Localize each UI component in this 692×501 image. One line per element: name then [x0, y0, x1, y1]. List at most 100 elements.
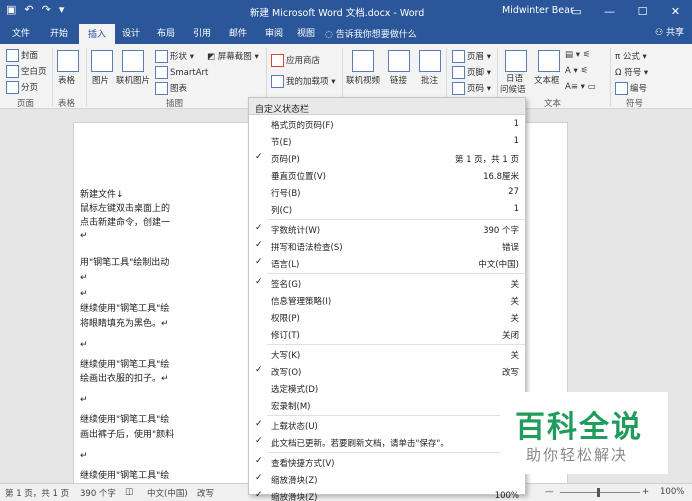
document-line: 绘画出衣服的扣子。↵ [80, 374, 169, 384]
ribbon-display-icon[interactable]: ▭ [560, 0, 593, 22]
chart-icon [155, 82, 168, 95]
share-button[interactable]: ⚇ 共享 [655, 25, 684, 38]
link-icon[interactable] [388, 50, 410, 72]
online-picture-button[interactable]: 联机图片 [116, 74, 150, 86]
menu-item[interactable]: ✓ 语言(L) 中文(中国) [249, 255, 525, 272]
page-number-button[interactable]: 页码 ▾ [452, 82, 491, 95]
menu-item[interactable]: ✓ 页码(P) 第 1 页，共 1 页 [249, 150, 525, 167]
comment-button[interactable]: 批注 [421, 74, 438, 86]
menu-item[interactable]: ✓ 缩放滑块(Z) 100% [249, 488, 525, 501]
menu-item[interactable]: ✓ 改写(O) 改写 [249, 363, 525, 380]
picture-icon[interactable] [91, 50, 113, 72]
screenshot-button[interactable]: ◩ 屏幕截图 ▾ [207, 50, 259, 62]
dropcap-icon[interactable]: A≡ ▾ ▭ [565, 82, 596, 92]
menu-item[interactable]: 行号(B) 27 [249, 184, 525, 201]
wordart-icon[interactable]: A ▾ ⚟ [565, 66, 588, 76]
menu-item[interactable]: 节(E) 1 [249, 133, 525, 150]
checkmark-icon: ✓ [255, 456, 263, 466]
menu-item[interactable]: ✓ 此文档已更新。若要刷新文档，请单击"保存"。 [249, 434, 525, 451]
tab-design[interactable]: 设计 [122, 26, 140, 39]
tab-references[interactable]: 引用 [193, 26, 211, 39]
tell-me-box[interactable]: ◌ 告诉我你想要做什么 [325, 27, 417, 40]
menu-item[interactable]: ✓ 字数统计(W) 390 个字 [249, 221, 525, 238]
online-picture-icon[interactable] [122, 50, 144, 72]
online-video-button[interactable]: 联机视频 [346, 74, 380, 86]
menu-item-value: 中文(中国) [478, 260, 519, 270]
equation-button[interactable]: π 公式 ▾ [615, 50, 647, 62]
tab-view[interactable]: 视图 [297, 26, 315, 39]
close-icon[interactable]: ✕ [659, 0, 692, 22]
menu-item[interactable]: 修订(T) 关闭 [249, 326, 525, 343]
omega-icon: Ω [615, 68, 625, 78]
menu-item-label: 选定模式(D) [271, 385, 319, 395]
picture-button[interactable]: 图片 [92, 74, 109, 86]
checkmark-icon: ✓ [255, 240, 263, 250]
document-line: ↵ [80, 273, 88, 283]
greeting-icon[interactable] [505, 50, 527, 72]
store-button[interactable]: 应用商店 [271, 54, 320, 67]
menu-item[interactable]: ✓ 拼写和语法检查(S) 错误 [249, 238, 525, 255]
menu-item[interactable]: 信息管理策略(I) 关 [249, 292, 525, 309]
blank-page-button[interactable]: 空白页 [6, 65, 47, 78]
status-words[interactable]: 390 个字 [80, 487, 116, 499]
menu-item[interactable]: ✓ 上载状态(U) [249, 417, 525, 434]
checkmark-icon: ✓ [255, 277, 263, 287]
tab-mailings[interactable]: 邮件 [229, 26, 247, 39]
menu-item[interactable]: ✓ 查看快捷方式(V) [249, 454, 525, 471]
zoom-out-icon[interactable]: — [545, 487, 554, 497]
footer-button[interactable]: 页脚 ▾ [452, 66, 491, 79]
shapes-button[interactable]: 形状 ▾ [155, 50, 194, 63]
header-button[interactable]: 页眉 ▾ [452, 50, 491, 63]
proofing-icon[interactable]: ◫ [125, 487, 133, 497]
zoom-in-icon[interactable]: + [642, 487, 649, 497]
customize-qa-icon[interactable]: ▾ [59, 3, 65, 16]
undo-icon[interactable]: ↶ [24, 3, 33, 16]
minimize-icon[interactable]: — [593, 0, 626, 22]
greeting-button-line2[interactable]: 问候语 [500, 83, 526, 95]
tab-insert[interactable]: 插入 [79, 24, 116, 44]
status-page[interactable]: 第 1 页，共 1 页 [5, 487, 69, 499]
smartart-button[interactable]: SmartArt [155, 66, 208, 79]
tab-layout[interactable]: 布局 [157, 26, 175, 39]
tab-home[interactable]: 开始 [50, 26, 68, 39]
textbox-icon[interactable] [538, 50, 560, 72]
my-addins-button[interactable]: 我的加载项 ▾ [271, 75, 335, 88]
chart-button[interactable]: 图表 [155, 82, 187, 95]
table-button[interactable]: 表格 [58, 74, 75, 86]
menu-separator [267, 415, 525, 416]
menu-item[interactable]: 宏录制(M) [249, 397, 525, 414]
cover-page-button[interactable]: 封面 [6, 49, 38, 62]
menu-item-label: 页码(P) [271, 155, 300, 165]
menu-item-value: 关 [510, 280, 519, 290]
tab-file[interactable]: 文件 [12, 26, 30, 39]
link-button[interactable]: 链接 [390, 74, 407, 86]
menu-item[interactable]: 垂直页位置(V) 16.8厘米 [249, 167, 525, 184]
menu-header: 自定义状态栏 [249, 98, 525, 115]
quick-access-toolbar: ▣ ↶ ↷ ▾ [6, 3, 64, 16]
watermark-subtitle: 助你轻松解决 [526, 446, 629, 464]
menu-item[interactable]: ✓ 缩放滑块(Z) [249, 471, 525, 488]
redo-icon[interactable]: ↷ [42, 3, 51, 16]
comment-icon[interactable] [419, 50, 441, 72]
number-button[interactable]: 编号 [615, 82, 647, 95]
zoom-slider[interactable] [560, 492, 640, 493]
status-zoom[interactable]: 100% [660, 487, 684, 497]
page-break-button[interactable]: 分页 [6, 81, 38, 94]
tab-review[interactable]: 审阅 [265, 26, 283, 39]
menu-item[interactable]: 权限(P) 关 [249, 309, 525, 326]
zoom-slider-thumb[interactable] [597, 488, 600, 497]
menu-item[interactable]: 列(C) 1 [249, 201, 525, 218]
menu-item[interactable]: 选定模式(D) [249, 380, 525, 397]
maximize-icon[interactable]: ☐ [626, 0, 659, 22]
symbol-button[interactable]: Ω 符号 ▾ [615, 66, 648, 78]
save-icon[interactable]: ▣ [6, 3, 16, 16]
status-mode[interactable]: 改写 [197, 487, 214, 499]
status-language[interactable]: 中文(中国) [147, 487, 188, 499]
menu-item[interactable]: 格式页的页码(F) 1 [249, 116, 525, 133]
table-icon[interactable] [57, 50, 79, 72]
menu-item[interactable]: ✓ 签名(G) 关 [249, 275, 525, 292]
online-video-icon[interactable] [352, 50, 374, 72]
textbox-button[interactable]: 文本框 [534, 74, 560, 86]
quick-parts-icon[interactable]: ▤ ▾ ⚟ [565, 50, 590, 60]
menu-item[interactable]: 大写(K) 关 [249, 346, 525, 363]
